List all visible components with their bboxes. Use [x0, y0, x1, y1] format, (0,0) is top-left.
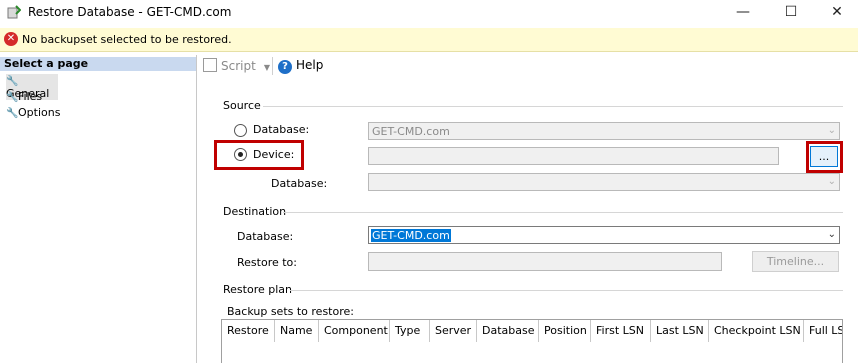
close-button[interactable]: ✕ [814, 0, 858, 25]
page-options-label: Options [18, 106, 61, 119]
page-files-label: Files [18, 90, 43, 103]
source-database-combo: GET-CMD.com ⌄ [368, 122, 840, 140]
restore-plan-group-label: Restore plan [223, 283, 292, 296]
restore-plan-divider [290, 290, 843, 291]
chevron-down-icon: ▼ [263, 63, 270, 72]
destination-database-value: GET-CMD.com [371, 229, 451, 242]
maximize-button[interactable]: ☐ [768, 0, 814, 25]
select-page-header: Select a page [0, 57, 196, 71]
chevron-down-icon: ⌄ [827, 176, 836, 187]
column-header-first-lsn[interactable]: First LSN [591, 320, 651, 342]
wrench-icon: 🔧 [6, 76, 19, 87]
column-header-type[interactable]: Type [390, 320, 430, 342]
column-header-name[interactable]: Name [275, 320, 319, 342]
chevron-down-icon: ⌄ [827, 125, 836, 136]
column-header-component[interactable]: Component [319, 320, 390, 342]
help-button[interactable]: ? Help [278, 58, 323, 74]
column-header-checkpoint-lsn[interactable]: Checkpoint LSN [709, 320, 804, 342]
title-bar: Restore Database - GET-CMD.com — ☐ ✕ [0, 0, 858, 25]
backup-sets-grid[interactable]: Restore Name Component Type Server Datab… [221, 319, 843, 363]
destination-database-label: Database: [237, 230, 294, 243]
destination-divider [283, 212, 843, 213]
page-files[interactable]: 🔧Files [6, 90, 42, 103]
column-header-last-lsn[interactable]: Last LSN [651, 320, 709, 342]
source-database-value: GET-CMD.com [372, 125, 450, 138]
script-label: Script [221, 59, 256, 73]
device-textbox[interactable] [368, 147, 779, 165]
timeline-button: Timeline... [752, 251, 839, 272]
database-radio[interactable] [234, 124, 247, 137]
minimize-button[interactable]: — [720, 0, 766, 25]
script-icon [203, 58, 217, 72]
chevron-down-icon: ⌄ [827, 229, 836, 240]
column-header-restore[interactable]: Restore [222, 320, 275, 342]
script-button[interactable]: Script ▼ [203, 58, 270, 73]
page-options[interactable]: 🔧Options [6, 106, 60, 119]
wrench-icon: 🔧 [6, 92, 19, 103]
destination-database-combo[interactable]: GET-CMD.com ⌄ [368, 226, 840, 244]
column-header-server[interactable]: Server [430, 320, 477, 342]
device-radio[interactable] [234, 148, 247, 161]
restore-database-icon [7, 5, 21, 19]
browse-device-button[interactable]: ... [810, 146, 838, 167]
window-title: Restore Database - GET-CMD.com [28, 5, 232, 19]
column-header-position[interactable]: Position [539, 320, 591, 342]
column-header-database[interactable]: Database [477, 320, 539, 342]
source-divider [263, 106, 843, 107]
error-message: No backupset selected to be restored. [22, 33, 232, 46]
column-header-full-lsn[interactable]: Full LS [804, 320, 842, 342]
destination-group-label: Destination [223, 205, 287, 218]
error-bar: ✕ No backupset selected to be restored. [0, 28, 858, 52]
select-page-label: Select a page [4, 57, 89, 70]
wrench-icon: 🔧 [6, 108, 19, 119]
backup-sets-label: Backup sets to restore: [227, 305, 354, 318]
help-label: Help [296, 58, 324, 72]
help-icon: ? [278, 60, 292, 74]
restore-to-label: Restore to: [237, 256, 297, 269]
source-group-label: Source [223, 99, 261, 112]
toolbar-separator [272, 57, 273, 75]
device-database-combo: ⌄ [368, 173, 840, 191]
device-radio-label: Device: [253, 148, 295, 161]
database-radio-label: Database: [253, 123, 310, 136]
device-database-label: Database: [271, 177, 328, 190]
restore-to-textbox [368, 252, 722, 271]
error-icon: ✕ [4, 32, 18, 46]
